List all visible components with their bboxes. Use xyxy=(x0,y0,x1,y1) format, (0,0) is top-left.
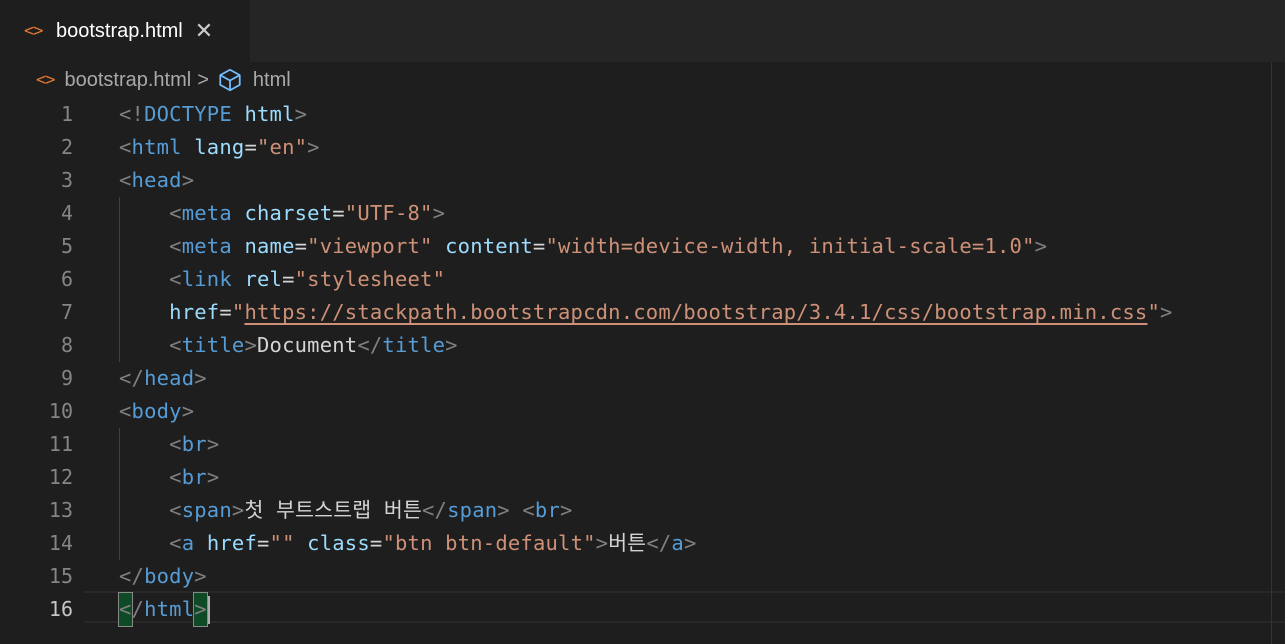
code-line[interactable]: 11 <br> xyxy=(0,428,1285,461)
line-number: 4 xyxy=(60,201,73,225)
line-number: 8 xyxy=(60,333,73,357)
cube-icon xyxy=(217,67,243,93)
code-editor[interactable]: 1 <!DOCTYPE html> 2 <html lang="en"> 3 <head>… xyxy=(0,98,1285,644)
code-line[interactable]: 5 <meta name="viewport" content="width=d… xyxy=(0,230,1285,263)
tab-bootstrap-html[interactable]: <> bootstrap.html ✕ xyxy=(0,0,250,62)
code-text: <head> xyxy=(119,168,195,192)
text-cursor xyxy=(208,596,210,624)
code-line[interactable]: 7 href="https://stackpath.bootstrapcdn.c… xyxy=(0,296,1285,329)
line-number: 9 xyxy=(60,366,73,390)
code-text: <meta name="viewport" content="width=dev… xyxy=(169,234,1048,258)
html-file-icon: <> xyxy=(24,21,43,41)
tab-label: bootstrap.html xyxy=(56,19,183,42)
code-text: <span>첫 부트스트랩 버튼</span> <br> xyxy=(169,498,573,522)
line-number: 5 xyxy=(60,234,73,258)
line-number: 6 xyxy=(60,267,73,291)
breadcrumb-file[interactable]: bootstrap.html xyxy=(64,69,191,92)
code-text: <title>Document</title> xyxy=(169,333,458,357)
code-text: <html lang="en"> xyxy=(119,135,320,159)
code-text: <body> xyxy=(119,399,195,423)
code-line[interactable]: 1 <!DOCTYPE html> xyxy=(0,98,1285,131)
code-text: <a href="" class="btn btn-default">버튼</a… xyxy=(169,531,697,555)
line-number: 10 xyxy=(48,399,73,423)
vertical-scrollbar[interactable] xyxy=(1271,62,1285,644)
code-line[interactable]: 15 </body> xyxy=(0,560,1285,593)
line-number: 2 xyxy=(60,135,73,159)
breadcrumb: <> bootstrap.html > html xyxy=(0,62,1285,98)
code-text: <!DOCTYPE html> xyxy=(119,102,308,126)
code-text: <link rel="stylesheet" xyxy=(169,267,446,291)
chevron-right-icon: > xyxy=(197,68,209,91)
tab-bar: <> bootstrap.html ✕ xyxy=(0,0,1285,62)
code-line[interactable]: 14 <a href="" class="btn btn-default">버튼… xyxy=(0,527,1285,560)
line-number: 1 xyxy=(60,102,73,126)
code-line[interactable]: 12 <br> xyxy=(0,461,1285,494)
code-text: <br> xyxy=(169,465,220,489)
code-text: </head> xyxy=(119,366,207,390)
code-text: <br> xyxy=(169,432,220,456)
breadcrumb-symbol[interactable]: html xyxy=(253,69,291,92)
code-line[interactable]: 10 <body> xyxy=(0,395,1285,428)
code-line[interactable]: 2 <html lang="en"> xyxy=(0,131,1285,164)
code-line[interactable]: 16 </html> xyxy=(0,592,1285,627)
code-line[interactable]: 8 <title>Document</title> xyxy=(0,329,1285,362)
line-number: 3 xyxy=(60,168,73,192)
code-text: <meta charset="UTF-8"> xyxy=(169,201,446,225)
code-line[interactable]: 6 <link rel="stylesheet" xyxy=(0,263,1285,296)
html-file-icon: <> xyxy=(36,70,56,90)
line-number: 14 xyxy=(48,531,73,555)
line-number: 7 xyxy=(60,300,73,324)
code-line[interactable]: 4 <meta charset="UTF-8"> xyxy=(0,197,1285,230)
code-text: </html> xyxy=(118,592,208,627)
code-line[interactable]: 13 <span>첫 부트스트랩 버튼</span> <br> xyxy=(0,494,1285,527)
line-number: 11 xyxy=(48,432,73,456)
code-line[interactable]: 3 <head> xyxy=(0,164,1285,197)
code-line[interactable]: 9 </head> xyxy=(0,362,1285,395)
code-text: href="https://stackpath.bootstrapcdn.com… xyxy=(169,300,1173,324)
line-number: 12 xyxy=(48,465,73,489)
code-text: </body> xyxy=(119,564,207,588)
close-icon[interactable]: ✕ xyxy=(195,19,213,44)
line-number: 16 xyxy=(48,597,73,621)
line-number: 15 xyxy=(48,564,73,588)
line-number: 13 xyxy=(48,498,73,522)
